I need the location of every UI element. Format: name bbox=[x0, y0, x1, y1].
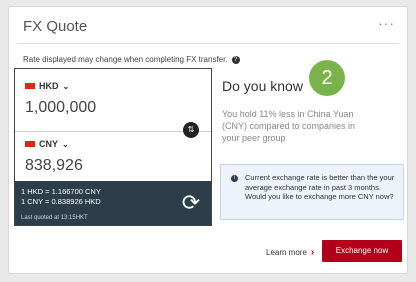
to-amount-input[interactable]: 838,926 bbox=[25, 157, 83, 175]
swap-currency-icon[interactable]: ⇅ bbox=[183, 122, 199, 138]
chevron-down-icon: ⌄ bbox=[62, 139, 69, 149]
hk-flag-icon bbox=[25, 83, 35, 89]
from-amount-input[interactable]: 1,000,000 bbox=[25, 99, 96, 117]
help-icon[interactable]: ? bbox=[231, 55, 240, 64]
more-options-icon[interactable]: ··· bbox=[378, 15, 395, 31]
rate-line-1: 1 HKD = 1.166700 CNY bbox=[21, 187, 101, 196]
chevron-right-icon: › bbox=[310, 247, 315, 258]
to-currency-code: CNY bbox=[39, 139, 59, 149]
last-quoted-time: Last quoted at 13:15HKT bbox=[21, 215, 88, 221]
cn-flag-icon bbox=[25, 141, 35, 147]
learn-more-label: Learn more bbox=[266, 248, 307, 257]
card-title: FX Quote bbox=[23, 18, 88, 35]
insight-count-badge: 2 bbox=[309, 60, 345, 96]
from-currency-select[interactable]: HKD ⌄ bbox=[25, 81, 69, 91]
amount-divider bbox=[15, 131, 211, 132]
exchange-now-button[interactable]: Exchange now bbox=[322, 240, 402, 262]
chevron-down-icon: ⌄ bbox=[62, 81, 70, 91]
rate-info-box: i Current exchange rate is better than t… bbox=[220, 164, 404, 220]
from-currency-code: HKD bbox=[39, 81, 59, 91]
rate-line-2: 1 CNY = 0.838926 HKD bbox=[21, 197, 101, 206]
refresh-icon[interactable]: ⟳ bbox=[179, 191, 203, 215]
exchange-rate-panel: 1 HKD = 1.166700 CNY 1 CNY = 0.838926 HK… bbox=[15, 181, 211, 225]
title-divider bbox=[17, 43, 399, 44]
info-text: Current exchange rate is better than the… bbox=[245, 173, 395, 201]
disclaimer-text: Rate displayed may change when completin… bbox=[23, 55, 228, 64]
disclaimer: Rate displayed may change when completin… bbox=[23, 55, 240, 64]
insight-title: Do you know bbox=[222, 78, 303, 94]
info-icon: i bbox=[231, 175, 238, 182]
learn-more-link[interactable]: Learn more › bbox=[266, 247, 314, 258]
currency-converter: HKD ⌄ 1,000,000 ⇅ CNY ⌄ 838,926 1 HKD = … bbox=[14, 68, 212, 226]
insight-text: You hold 11% less in China Yuan (CNY) co… bbox=[222, 109, 356, 143]
to-currency-select[interactable]: CNY ⌄ bbox=[25, 139, 69, 149]
